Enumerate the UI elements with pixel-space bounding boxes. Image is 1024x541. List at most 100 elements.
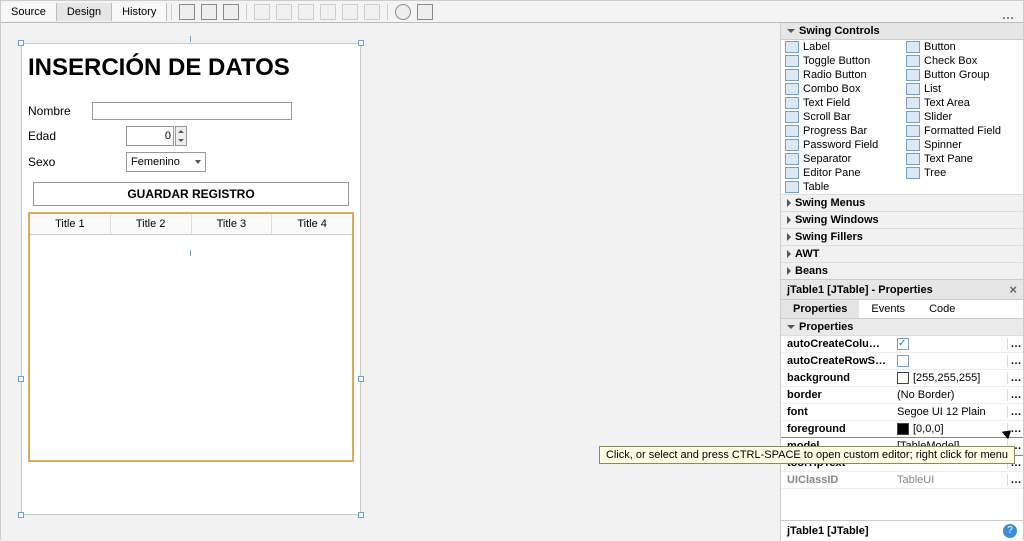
ellipsis-button[interactable]: … xyxy=(1007,406,1023,418)
palette-item[interactable]: Button xyxy=(902,40,1023,54)
palette-item[interactable]: Check Box xyxy=(902,54,1023,68)
resize-handle[interactable] xyxy=(18,512,24,518)
label-nombre: Nombre xyxy=(28,104,92,118)
component-icon xyxy=(906,41,920,53)
palette-item[interactable]: Radio Button xyxy=(781,68,902,82)
property-value[interactable]: Segoe UI 12 Plain xyxy=(893,404,1007,420)
palette-category[interactable]: Swing Menus xyxy=(781,194,1023,211)
palette-item[interactable]: Tree xyxy=(902,166,1023,180)
form-jpanel[interactable]: INSERCIÓN DE DATOS Nombre Edad 0 Sexo Fe… xyxy=(21,43,361,515)
palette-item[interactable]: Separator xyxy=(781,152,902,166)
palette-item[interactable]: List xyxy=(902,82,1023,96)
label-edad: Edad xyxy=(28,129,92,143)
tab-source[interactable]: Source xyxy=(1,3,57,21)
component-icon xyxy=(906,153,920,165)
spinner-buttons[interactable] xyxy=(175,126,187,146)
properties-section-header[interactable]: Properties xyxy=(781,319,1023,336)
palette-item[interactable]: Text Area xyxy=(902,96,1023,110)
resize-handle[interactable] xyxy=(18,376,24,382)
tab-events[interactable]: Events xyxy=(859,300,917,318)
palette-category[interactable]: Beans xyxy=(781,262,1023,279)
palette-item[interactable]: Editor Pane xyxy=(781,166,902,180)
checkbox[interactable] xyxy=(897,338,909,350)
palette-category-header[interactable]: Swing Controls xyxy=(781,23,1023,40)
component-icon xyxy=(785,139,799,151)
column-header[interactable]: Title 2 xyxy=(111,214,192,234)
palette-category[interactable]: AWT xyxy=(781,245,1023,262)
jtable1[interactable]: Title 1 Title 2 Title 3 Title 4 xyxy=(28,212,354,462)
palette-item[interactable]: Progress Bar xyxy=(781,124,902,138)
component-icon xyxy=(906,111,920,123)
combo-value: Femenino xyxy=(131,156,180,168)
palette-item[interactable]: Text Field xyxy=(781,96,902,110)
component-icon xyxy=(785,153,799,165)
tab-properties[interactable]: Properties xyxy=(781,300,859,318)
ellipsis-button[interactable]: … xyxy=(1007,372,1023,384)
property-row[interactable]: border(No Border)… xyxy=(781,387,1023,404)
close-icon[interactable]: × xyxy=(1009,282,1017,297)
property-row[interactable]: foreground[0,0,0]… xyxy=(781,421,1023,438)
palette-category[interactable]: Swing Windows xyxy=(781,211,1023,228)
combo-sexo[interactable]: Femenino xyxy=(126,152,206,172)
tab-design[interactable]: Design xyxy=(57,3,112,21)
property-value[interactable]: TableUI xyxy=(893,472,1007,488)
property-value[interactable] xyxy=(893,353,1007,369)
component-icon xyxy=(906,125,920,137)
toolbar-icon[interactable] xyxy=(179,4,195,20)
table-header: Title 1 Title 2 Title 3 Title 4 xyxy=(30,214,352,235)
palette-item[interactable]: Spinner xyxy=(902,138,1023,152)
tab-code[interactable]: Code xyxy=(917,300,967,318)
property-row[interactable]: UIClassIDTableUI… xyxy=(781,472,1023,489)
palette-item[interactable]: Scroll Bar xyxy=(781,110,902,124)
property-name: border xyxy=(781,387,893,403)
resize-handle[interactable] xyxy=(358,376,364,382)
property-row[interactable]: fontSegoe UI 12 Plain… xyxy=(781,404,1023,421)
resize-handle[interactable] xyxy=(18,40,24,46)
toolbar-icon[interactable] xyxy=(395,4,411,20)
palette-category[interactable]: Swing Fillers xyxy=(781,228,1023,245)
property-row[interactable]: autoCreateRowSorter… xyxy=(781,353,1023,370)
panel-grip-icon[interactable] xyxy=(1003,10,1015,14)
component-icon xyxy=(906,69,920,81)
palette-item[interactable]: Password Field xyxy=(781,138,902,152)
property-value[interactable]: [255,255,255] xyxy=(893,370,1007,386)
palette-item[interactable]: Button Group xyxy=(902,68,1023,82)
component-icon xyxy=(906,97,920,109)
align-icon xyxy=(254,4,270,20)
checkbox[interactable] xyxy=(897,355,909,367)
ellipsis-button[interactable]: … xyxy=(1007,355,1023,367)
palette-item[interactable]: Table xyxy=(781,180,902,194)
column-header[interactable]: Title 4 xyxy=(272,214,352,234)
property-row[interactable]: background[255,255,255]… xyxy=(781,370,1023,387)
help-icon[interactable]: ? xyxy=(1003,524,1017,538)
property-row[interactable]: autoCreateColumnsFrom… xyxy=(781,336,1023,353)
toolbar-icon[interactable] xyxy=(417,4,433,20)
column-header[interactable]: Title 3 xyxy=(192,214,273,234)
property-name: background xyxy=(781,370,893,386)
ellipsis-button[interactable]: … xyxy=(1007,338,1023,350)
toolbar-icon[interactable] xyxy=(223,4,239,20)
palette-item[interactable]: Combo Box xyxy=(781,82,902,96)
label-sexo: Sexo xyxy=(28,155,92,169)
palette-item[interactable]: Formatted Field xyxy=(902,124,1023,138)
tooltip: Click, or select and press CTRL-SPACE to… xyxy=(599,446,1015,464)
input-nombre[interactable] xyxy=(92,102,292,120)
palette-item[interactable]: Toggle Button xyxy=(781,54,902,68)
resize-handle[interactable] xyxy=(358,40,364,46)
palette-item[interactable]: Label xyxy=(781,40,902,54)
toolbar-icon[interactable] xyxy=(201,4,217,20)
component-icon xyxy=(785,125,799,137)
ellipsis-button[interactable]: … xyxy=(1007,389,1023,401)
palette-item[interactable]: Slider xyxy=(902,110,1023,124)
tab-history[interactable]: History xyxy=(112,3,167,21)
spinner-edad[interactable]: 0 xyxy=(126,126,174,146)
property-value[interactable] xyxy=(893,336,1007,352)
button-guardar[interactable]: GUARDAR REGISTRO xyxy=(33,182,349,206)
resize-handle[interactable] xyxy=(358,512,364,518)
ellipsis-button[interactable]: … xyxy=(1007,474,1023,486)
column-header[interactable]: Title 1 xyxy=(30,214,111,234)
align-icon xyxy=(320,4,336,20)
palette-item[interactable]: Text Pane xyxy=(902,152,1023,166)
property-value[interactable]: (No Border) xyxy=(893,387,1007,403)
property-value[interactable]: [0,0,0] xyxy=(893,421,1007,437)
